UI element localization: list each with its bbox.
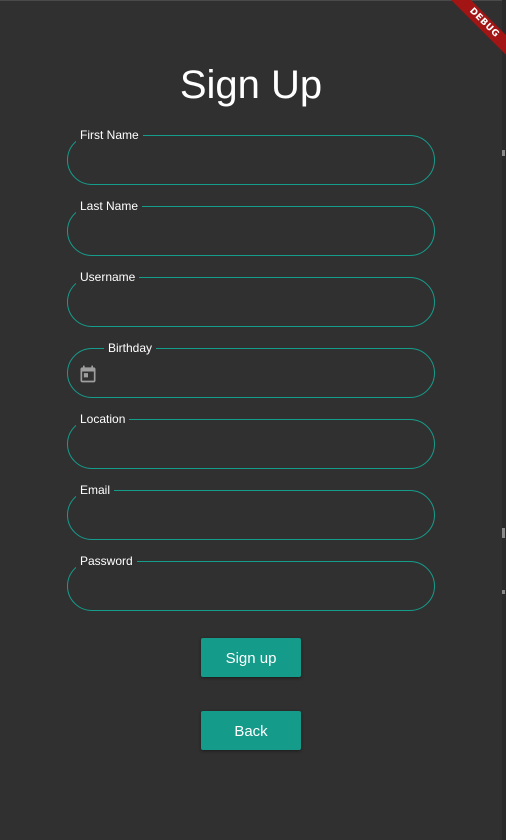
username-label: Username [76,269,140,285]
birthday-label: Birthday [104,340,157,356]
birthday-field[interactable]: Birthday [67,340,435,398]
edge-marker [502,150,505,156]
back-button[interactable]: Back [201,711,301,750]
first-name-field[interactable]: First Name [67,127,435,185]
edge-marker [502,528,505,538]
password-label: Password [76,553,137,569]
page-title: Sign Up [179,63,323,107]
email-label: Email [76,482,115,498]
calendar-icon[interactable] [78,364,98,384]
first-name-label: First Name [76,127,143,143]
password-field[interactable]: Password [67,553,435,611]
email-field[interactable]: Email [67,482,435,540]
username-field[interactable]: Username [67,269,435,327]
signup-screen: DEBUG Sign Up First Name Last Name Usern… [0,0,506,840]
location-field[interactable]: Location [67,411,435,469]
window-edge [502,0,506,840]
signup-button[interactable]: Sign up [201,638,301,677]
top-divider [0,0,506,1]
edge-marker [502,590,505,594]
location-label: Location [76,411,130,427]
debug-banner: DEBUG [436,0,506,70]
debug-banner-label: DEBUG [446,0,506,61]
last-name-field[interactable]: Last Name [67,198,435,256]
last-name-label: Last Name [76,198,143,214]
